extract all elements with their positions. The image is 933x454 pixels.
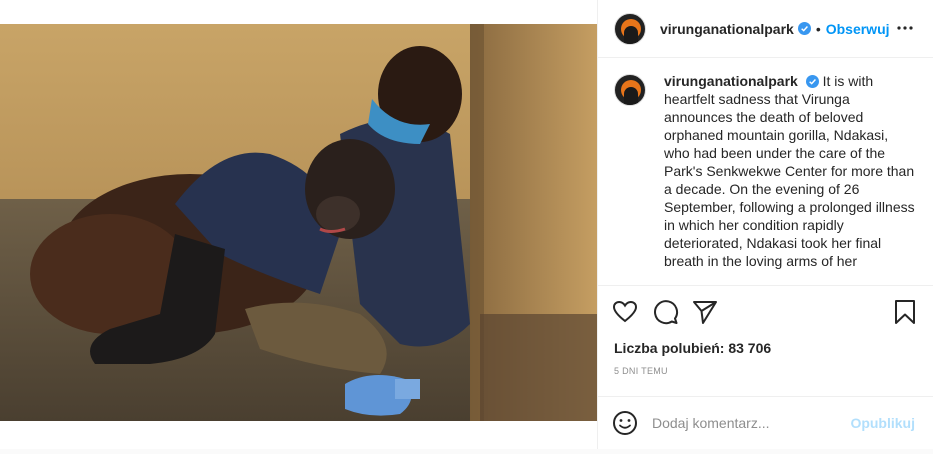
comment-bubble-icon[interactable] [653, 299, 679, 325]
publish-comment-button[interactable]: Opublikuj [850, 415, 915, 431]
caption-text-block: virunganationalpark It is with heartfelt… [664, 72, 917, 284]
avatar-logo-gorilla [624, 25, 638, 44]
likes-count[interactable]: Liczba polubień: 83 706 [614, 340, 771, 356]
photo-illustration [0, 24, 597, 421]
post-sidebar: virunganationalpark • Obserwuj virungana… [597, 0, 933, 449]
verified-badge-icon [797, 22, 811, 35]
post-timestamp[interactable]: 5 DNI TEMU [614, 366, 668, 376]
post-header: virunganationalpark • Obserwuj [598, 0, 933, 58]
emoji-smile-icon[interactable] [612, 410, 638, 436]
post-caption: virunganationalpark It is with heartfelt… [598, 58, 933, 284]
verified-badge-icon [805, 75, 819, 88]
more-options-icon[interactable] [895, 20, 915, 36]
paper-plane-icon[interactable] [692, 299, 718, 325]
comment-bar: Opublikuj [598, 396, 933, 449]
caption-avatar[interactable] [614, 74, 646, 106]
post-media [0, 0, 597, 449]
follow-button[interactable]: Obserwuj [826, 21, 890, 37]
header-username[interactable]: virunganationalpark [660, 21, 794, 37]
separator-dot: • [815, 20, 821, 37]
heart-icon[interactable] [612, 299, 638, 325]
instagram-post: virunganationalpark • Obserwuj virungana… [0, 0, 933, 449]
caption-body: It is with heartfelt sadness that Virung… [664, 73, 915, 269]
bookmark-icon[interactable] [892, 299, 918, 325]
post-photo[interactable] [0, 24, 597, 421]
account-avatar[interactable] [614, 12, 646, 45]
avatar-logo-gorilla [624, 87, 638, 105]
action-bar [598, 285, 933, 340]
caption-username[interactable]: virunganationalpark [664, 73, 798, 89]
comment-input[interactable] [652, 415, 842, 431]
